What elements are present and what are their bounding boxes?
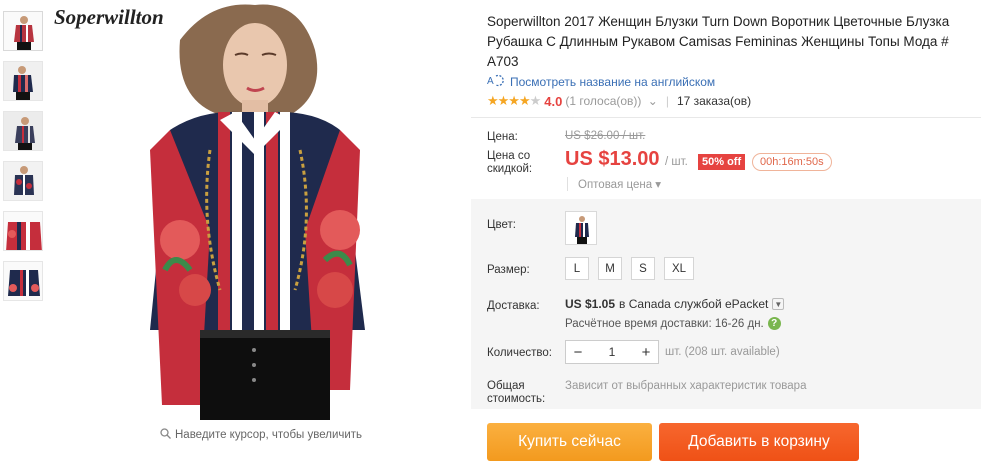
- old-price: US $26.00 / шт.: [565, 130, 646, 142]
- size-option-m[interactable]: M: [598, 257, 622, 280]
- chevron-down-icon[interactable]: ▼: [772, 298, 785, 310]
- countdown-timer: 00h:16m:50s: [752, 153, 832, 171]
- shipping-selector[interactable]: US $1.05 в Canada службой ePacket ▼: [565, 297, 785, 311]
- thumbnail-6[interactable]: [3, 261, 43, 301]
- quantity-available: шт. (208 шт. available): [665, 346, 780, 358]
- color-swatch[interactable]: [565, 211, 597, 245]
- divider: [471, 117, 981, 118]
- magnifier-icon: [160, 428, 171, 442]
- total-note: Зависит от выбранных характеристик товар…: [565, 380, 807, 392]
- size-option-l[interactable]: L: [565, 257, 589, 280]
- thumbnail-5[interactable]: [3, 211, 43, 251]
- color-label: Цвет:: [487, 219, 516, 231]
- help-icon[interactable]: ?: [767, 317, 781, 330]
- translate-link[interactable]: A Посмотреть название на английском: [487, 73, 715, 90]
- add-to-cart-button[interactable]: Добавить в корзину: [659, 423, 859, 461]
- discount-price: US $13.00: [565, 148, 660, 170]
- zoom-hint: Наведите курсор, чтобы увеличить: [160, 428, 362, 442]
- svg-text:A: A: [487, 76, 494, 87]
- thumbnail-3[interactable]: [3, 111, 43, 151]
- chevron-down-icon[interactable]: ⌄: [644, 94, 658, 108]
- quantity-increase-button[interactable]: +: [634, 341, 658, 363]
- zoom-hint-text: Наведите курсор, чтобы увеличить: [175, 429, 363, 441]
- wholesale-price-toggle[interactable]: Оптовая цена ▾: [567, 177, 661, 191]
- product-title: Soperwillton 2017 Женщин Блузки Turn Dow…: [487, 14, 950, 69]
- buy-now-button[interactable]: Купить сейчас: [487, 423, 652, 461]
- discount-price-label-line1: Цена со: [487, 150, 531, 162]
- translate-link-text: Посмотреть название на английском: [510, 74, 716, 89]
- total-label-line2: стоимость:: [487, 393, 546, 405]
- size-label: Размер:: [487, 264, 530, 276]
- size-selector: L M S XL: [565, 257, 694, 280]
- orders-count: 17 заказа(ов): [676, 94, 752, 108]
- quantity-decrease-button[interactable]: −: [566, 341, 590, 363]
- price-label: Цена:: [487, 131, 518, 143]
- quantity-input[interactable]: 1: [590, 345, 634, 359]
- thumbnail-1[interactable]: [3, 11, 43, 51]
- star-rating-icon: ★★★★★: [487, 93, 541, 108]
- thumbnail-list: [3, 11, 43, 311]
- rating-row: ★★★★★ 4.0 (1 голоса(ов)) ⌄ | 17 заказа(о…: [487, 93, 752, 109]
- brand-logo: Soperwillton: [54, 5, 164, 29]
- discount-badge: 50% off: [698, 154, 746, 170]
- quantity-label: Количество:: [487, 347, 552, 359]
- delivery-time-text: Расчётное время доставки: 16-26 дн.: [565, 317, 764, 330]
- votes-link[interactable]: (1 голоса(ов)): [565, 94, 641, 108]
- delivery-time: Расчётное время доставки: 16-26 дн. ?: [565, 317, 781, 330]
- size-option-s[interactable]: S: [631, 257, 655, 280]
- per-unit: / шт.: [665, 156, 688, 168]
- product-main-image[interactable]: [50, 0, 460, 420]
- shipping-price: US $1.05: [565, 297, 616, 311]
- rating-value: 4.0: [544, 93, 563, 109]
- thumbnail-2[interactable]: [3, 61, 43, 101]
- shipping-destination: в Canada службой ePacket: [619, 297, 769, 311]
- size-option-xl[interactable]: XL: [664, 257, 694, 280]
- quantity-stepper: − 1 +: [565, 340, 659, 364]
- thumbnail-4[interactable]: [3, 161, 43, 201]
- translate-icon: A: [487, 73, 505, 90]
- shipping-label: Доставка:: [487, 300, 540, 312]
- total-label-line1: Общая: [487, 380, 525, 392]
- discount-price-label-line2: скидкой:: [487, 163, 533, 175]
